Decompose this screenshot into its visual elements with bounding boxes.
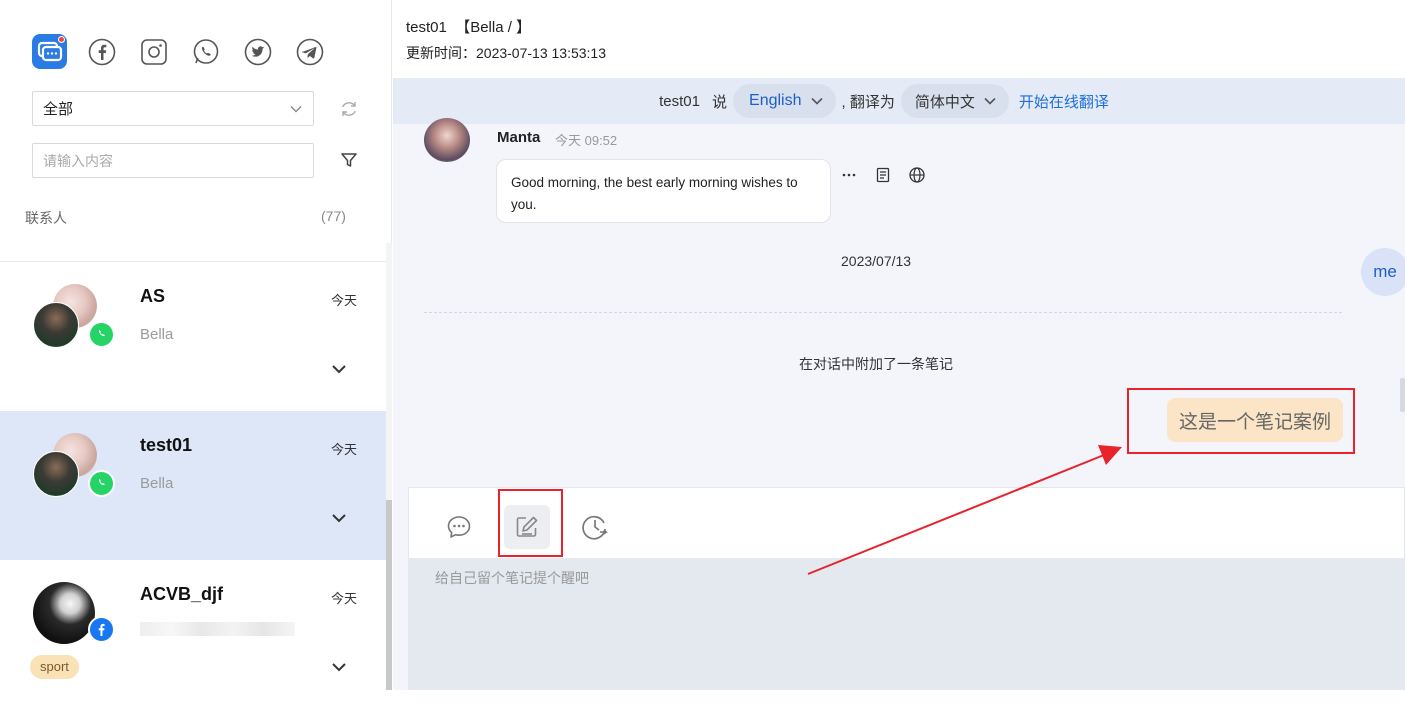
filter-icon[interactable] (339, 150, 359, 170)
instagram-icon[interactable] (136, 34, 171, 69)
chevron-down-icon (984, 97, 996, 105)
contact-time: 今天 (331, 293, 358, 308)
me-avatar: me (1361, 248, 1405, 296)
document-icon[interactable] (874, 166, 892, 184)
translate-to-label: , 翻译为 (841, 93, 895, 111)
translation-bar: test01 说 English , 翻译为 简体中文 开始在线翻译 (393, 78, 1405, 124)
sidebar: 全部 联系人 (77) AS Bella 今天 (0, 0, 392, 709)
contact-name: test01 (140, 435, 193, 455)
note-system-message: 在对话中附加了一条笔记 (799, 356, 953, 372)
contact-time: 今天 (331, 591, 358, 606)
sender-name: Manta (497, 129, 541, 146)
contact-item-acvb-djf[interactable]: ACVB_djf 今天 sport (0, 560, 386, 709)
incoming-message-bubble: Good morning, the best early morning wis… (496, 159, 831, 223)
contact-name: ACVB_djf (140, 584, 224, 604)
annotation-highlight-note (1127, 388, 1355, 454)
platform-tabs (32, 34, 327, 69)
facebook-icon[interactable] (84, 34, 119, 69)
contact-list: AS Bella 今天 test01 Bella 今天 ACVB_djf 今天 … (0, 261, 386, 709)
message-icon[interactable] (436, 505, 482, 549)
avatar-primary (33, 582, 95, 644)
search-input[interactable] (32, 143, 314, 178)
translation-says: 说 (712, 93, 728, 111)
contact-tag[interactable]: sport (30, 655, 79, 679)
chat-title: test01 【Bella / 】 (406, 19, 532, 36)
message-time: 今天 09:52 (555, 133, 618, 148)
chevron-down-icon[interactable] (330, 658, 348, 676)
category-select[interactable]: 全部 (32, 91, 314, 126)
whatsapp-icon[interactable] (188, 34, 223, 69)
contact-time: 今天 (331, 442, 358, 457)
chevron-down-icon[interactable] (330, 360, 348, 378)
globe-icon[interactable] (908, 166, 926, 184)
refresh-icon[interactable] (338, 98, 360, 120)
chat-updated-time: 更新时间：2023-07-13 13:53:13 (406, 45, 606, 61)
divider (424, 312, 1342, 313)
start-translation-link[interactable]: 开始在线翻译 (1019, 91, 1109, 112)
avatar (33, 582, 117, 646)
avatar-primary (33, 302, 79, 348)
chevron-down-icon (290, 105, 302, 112)
avatar (33, 433, 117, 497)
facebook-badge-icon (88, 616, 115, 643)
target-language-select[interactable]: 简体中文 (900, 84, 1009, 118)
target-language-value: 简体中文 (914, 93, 975, 111)
translation-speaker: test01 (659, 92, 700, 110)
contact-name: AS (140, 286, 166, 306)
contacts-label: 联系人 (25, 210, 67, 226)
category-select-value: 全部 (43, 101, 74, 118)
contact-item-as[interactable]: AS Bella 今天 (0, 262, 386, 411)
chat-app-icon[interactable] (32, 34, 67, 69)
contacts-count: (77) (321, 208, 346, 224)
chat-panel: test01 【Bella / 】 更新时间：2023-07-13 13:53:… (393, 0, 1405, 690)
avatar (424, 118, 470, 162)
contact-item-test01[interactable]: test01 Bella 今天 (0, 411, 386, 560)
chat-header: test01 【Bella / 】 更新时间：2023-07-13 13:53:… (393, 0, 1405, 78)
blurred-subtitle (140, 622, 295, 636)
more-icon[interactable] (840, 166, 858, 184)
contact-subtitle: Bella (140, 475, 174, 492)
whatsapp-badge-icon (88, 321, 115, 348)
source-language-value: English (749, 92, 802, 109)
avatar-primary (33, 451, 79, 497)
annotation-highlight-note-button (498, 489, 563, 557)
message-actions (840, 166, 926, 184)
schedule-icon[interactable] (572, 505, 618, 549)
twitter-icon[interactable] (240, 34, 275, 69)
note-input[interactable] (408, 558, 1405, 690)
unread-dot-icon (58, 36, 65, 43)
telegram-icon[interactable] (292, 34, 327, 69)
contact-subtitle: Bella (140, 326, 174, 343)
whatsapp-badge-icon (88, 470, 115, 497)
scrollbar-thumb[interactable] (386, 500, 392, 690)
source-language-select[interactable]: English (733, 84, 836, 118)
avatar (33, 284, 117, 348)
chevron-down-icon[interactable] (330, 509, 348, 527)
chevron-down-icon (810, 97, 823, 105)
date-separator: 2023/07/13 (841, 253, 912, 269)
panel-edge-handle[interactable] (1400, 378, 1405, 412)
